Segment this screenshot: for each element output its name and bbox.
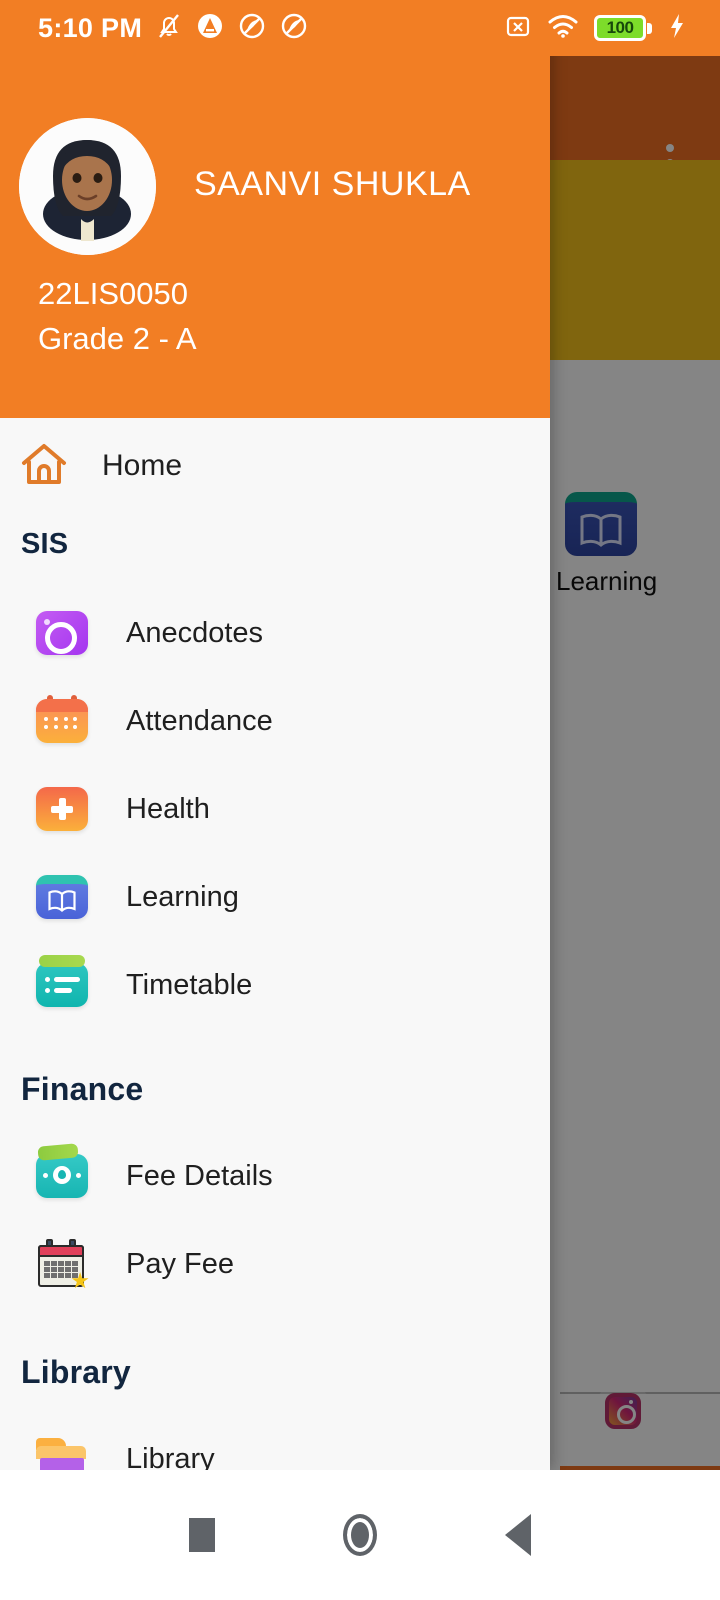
wallet-icon <box>36 1143 88 1198</box>
status-bar-clock: 5:10 PM <box>38 12 143 43</box>
avatar <box>19 118 156 255</box>
camera-icon <box>36 611 88 655</box>
battery-icon: 100 <box>594 15 652 41</box>
status-bar-left: 5:10 PM <box>0 12 308 45</box>
section-group-library: Library <box>0 1415 550 1470</box>
section-heading-sis: SIS <box>21 528 69 560</box>
section-group-sis: Anecdotes Attendance Health Learning Tim… <box>0 589 550 1029</box>
status-bar-right: 100 <box>504 12 720 45</box>
wifi-icon <box>548 13 578 44</box>
folder-icon <box>36 1436 88 1470</box>
sidebar-item-library[interactable]: Library <box>0 1415 550 1470</box>
sidebar-item-anecdotes[interactable]: Anecdotes <box>0 589 550 677</box>
app-alert-icon <box>196 12 224 45</box>
sidebar-item-health[interactable]: Health <box>0 765 550 853</box>
drawer-menu: Home SIS Anecdotes Attendance Health Lea… <box>0 418 550 1470</box>
home-outline-icon <box>18 440 70 493</box>
battery-percent-label: 100 <box>606 18 634 37</box>
block-circle-icon-2 <box>280 12 308 45</box>
student-name: SAANVI SHUKLA <box>194 165 471 203</box>
sidebar-item-timetable[interactable]: Timetable <box>0 941 550 1029</box>
sidebar-item-learning[interactable]: Learning <box>0 853 550 941</box>
block-circle-icon <box>238 12 266 45</box>
sidebar-item-home[interactable]: Home <box>0 418 550 514</box>
sidebar-item-label: Library <box>126 1442 215 1471</box>
student-id: 22LIS0050 <box>38 276 188 311</box>
bell-mute-icon <box>156 12 182 45</box>
calendar-star-icon: ★ <box>36 1239 90 1292</box>
section-group-finance: Fee Details ★ Pay Fee <box>0 1132 550 1308</box>
open-book-icon <box>36 875 88 919</box>
sidebar-item-label: Learning <box>126 880 239 913</box>
sidebar-item-label: Fee Details <box>126 1159 273 1192</box>
sidebar-item-label: Health <box>126 792 210 825</box>
sidebar-item-label: Home <box>102 449 183 482</box>
home-circle-button[interactable] <box>343 1514 377 1556</box>
section-heading-library: Library <box>21 1354 131 1390</box>
charging-bolt-icon <box>668 12 686 45</box>
sidebar-item-attendance[interactable]: Attendance <box>0 677 550 765</box>
back-triangle-button[interactable] <box>505 1514 531 1556</box>
sidebar-item-label: Anecdotes <box>126 616 264 649</box>
schedule-list-icon <box>36 955 88 1007</box>
navigation-drawer: SAANVI SHUKLA 22LIS0050 Grade 2 - A Home… <box>0 0 550 1470</box>
sidebar-item-label: Timetable <box>126 968 253 1001</box>
calendar-dots-icon <box>36 695 88 743</box>
recents-square-button[interactable] <box>189 1518 215 1552</box>
status-bar: 5:10 PM 100 <box>0 0 720 56</box>
student-grade: Grade 2 - A <box>38 321 197 356</box>
medical-plus-icon <box>36 787 88 831</box>
sidebar-item-label: Pay Fee <box>126 1247 234 1280</box>
phone-screen: C... hool Learning <box>0 0 720 1600</box>
sidebar-item-label: Attendance <box>126 704 273 737</box>
sidebar-item-pay-fee[interactable]: ★ Pay Fee <box>0 1220 550 1308</box>
no-sim-icon <box>504 12 532 45</box>
android-navigation-bar <box>0 1470 720 1600</box>
section-heading-finance: Finance <box>21 1071 144 1107</box>
drawer-profile-header: SAANVI SHUKLA 22LIS0050 Grade 2 - A <box>0 0 550 418</box>
sidebar-item-fee-details[interactable]: Fee Details <box>0 1132 550 1220</box>
